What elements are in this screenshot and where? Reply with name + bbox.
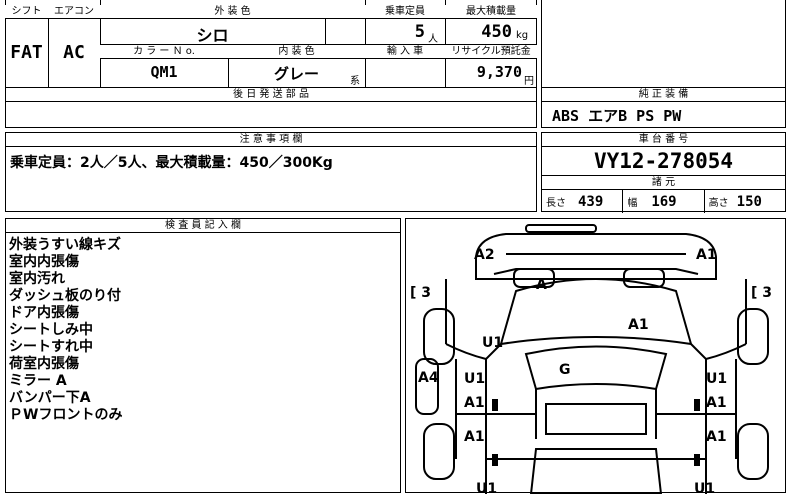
exterior-color-header: 外 装 色	[100, 5, 365, 18]
recycle-header: リサイクル預託金	[445, 45, 537, 58]
car-diagram: A2 A1 A [ 3 [ 3 A1 U1 G A4 U1 A1 U1 A1 A…	[410, 224, 772, 494]
inspector-line: ドア内張傷	[9, 305, 79, 321]
notes-text: 乗車定員：2人／5人、最大積載量：450／300Kg	[10, 155, 333, 171]
damage-label: A1	[464, 429, 485, 445]
height-label: 高さ	[708, 198, 729, 209]
damage-label: U1	[464, 371, 485, 387]
import-header: 輸 入 車	[365, 45, 445, 58]
exterior-color-value: シロ	[196, 26, 229, 45]
recycle-value: 9,370	[476, 63, 522, 81]
damage-label: G	[559, 362, 571, 378]
inspector-line: 室内汚れ	[9, 271, 65, 287]
inspector-line: ＰWフロントのみ	[9, 407, 123, 423]
color-no-value: QM1	[150, 63, 178, 81]
damage-label: U1	[694, 481, 715, 494]
capacity-value: 5	[414, 22, 425, 42]
inspector-line: 外装うすい線キズ	[9, 237, 121, 253]
inspector-line: 荷室内張傷	[9, 356, 79, 372]
damage-label: U1	[706, 371, 727, 387]
damage-label: U1	[476, 481, 497, 494]
damage-label: A	[536, 277, 547, 293]
width-value: 169	[651, 193, 677, 210]
damage-label: A2	[474, 247, 495, 263]
specs-header: 諸 元	[542, 176, 785, 190]
damage-label: U1	[482, 335, 503, 351]
inspector-line: シートすれ中	[9, 339, 93, 355]
inspector-header: 検 査 員 記 入 欄	[6, 219, 400, 233]
height-value: 150	[736, 193, 762, 210]
width-label: 幅	[627, 198, 638, 209]
recycle-unit: 円	[524, 76, 534, 87]
max-load-value: 450	[481, 22, 512, 42]
length-label: 長さ	[546, 198, 566, 209]
interior-color-value: グレー	[273, 65, 319, 83]
car-diagram-box: A2 A1 A [ 3 [ 3 A1 U1 G A4 U1 A1 U1 A1 A…	[405, 218, 786, 494]
damage-label: A1	[696, 247, 717, 263]
inspector-line: ミラー A	[9, 373, 67, 389]
top-right-box	[541, 0, 786, 88]
max-load-header: 最大積載量	[445, 5, 537, 18]
deferred-parts-header: 後 日 発 送 部 品	[6, 88, 536, 102]
damage-label: A1	[706, 429, 727, 445]
inspector-notes: 外装うすい線キズ 室内内張傷 室内汚れ ダッシュ板のり付 ドア内張傷 シートしみ…	[6, 233, 400, 428]
interior-suffix: 系	[350, 76, 360, 87]
inspector-box: 検 査 員 記 入 欄 外装うすい線キズ 室内内張傷 室内汚れ ダッシュ板のり付…	[5, 218, 401, 493]
ac-value: AC	[63, 42, 85, 63]
inspector-line: バンパー下A	[9, 390, 91, 406]
deferred-parts-box: 後 日 発 送 部 品	[5, 87, 537, 128]
interior-color-header: 内 装 色	[228, 45, 365, 58]
notes-box: 注 意 事 項 欄 乗車定員：2人／5人、最大積載量：450／300Kg	[5, 132, 537, 212]
ac-header: エアコン	[48, 5, 100, 18]
damage-label: [ 3	[751, 285, 772, 301]
inspector-line: シートしみ中	[9, 322, 93, 338]
notes-header: 注 意 事 項 欄	[6, 133, 536, 147]
color-no-header: カ ラ ー Ｎ o.	[100, 45, 228, 58]
length-value: 439	[578, 193, 604, 210]
shift-value: FAT	[10, 42, 43, 63]
chassis-number: VY12-278054	[542, 147, 785, 176]
equipment-box: 純 正 装 備 ABS エアB PS PW	[541, 87, 786, 128]
damage-label: [ 3	[410, 285, 431, 301]
equipment-value: ABS エアB PS PW	[552, 107, 682, 125]
max-load-unit: kg	[516, 30, 529, 41]
damage-label: A1	[706, 395, 727, 411]
inspector-line: ダッシュ板のり付	[9, 288, 121, 304]
capacity-unit: 人	[428, 34, 438, 45]
inspector-line: 室内内張傷	[9, 254, 79, 270]
damage-label: A1	[464, 395, 485, 411]
shift-header: シフト	[5, 5, 48, 18]
chassis-header: 車 台 番 号	[542, 133, 785, 147]
capacity-header: 乗車定員	[365, 5, 445, 18]
damage-label: A4	[418, 370, 439, 386]
damage-label: A1	[628, 317, 649, 333]
chassis-box: 車 台 番 号 VY12-278054 諸 元 長さ 439 幅 169 高さ …	[541, 132, 786, 213]
equipment-header: 純 正 装 備	[542, 88, 785, 102]
